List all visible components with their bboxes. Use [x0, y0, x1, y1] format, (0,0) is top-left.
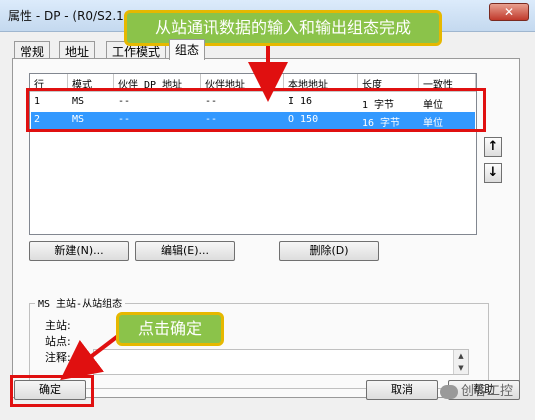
- watermark-text: 创客工控: [461, 384, 514, 399]
- annotation-arrows: [60, 46, 288, 381]
- arrow-to-ok: [60, 334, 120, 381]
- tab-configuration[interactable]: 组态: [169, 39, 206, 60]
- wechat-icon: [440, 384, 458, 399]
- watermark: 创客工控: [440, 380, 513, 404]
- callout-click-ok: 点击确定: [116, 312, 224, 346]
